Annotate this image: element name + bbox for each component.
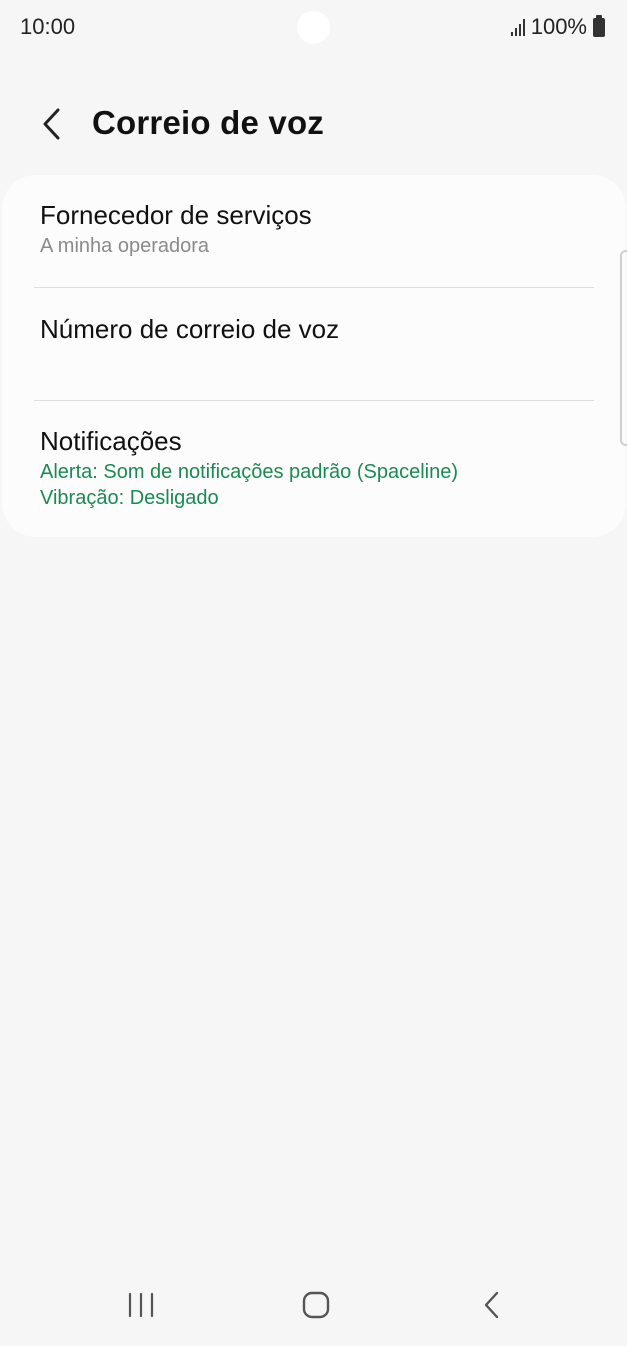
- scrollbar[interactable]: [620, 250, 627, 446]
- voicemail-number-title: Número de correio de voz: [40, 314, 340, 344]
- signal-icon: [510, 18, 525, 36]
- divider: [34, 400, 594, 401]
- nav-back-button[interactable]: [462, 1280, 522, 1330]
- home-icon: [302, 1291, 330, 1319]
- battery-percent: 100%: [530, 14, 587, 39]
- service-provider-item[interactable]: Fornecedor de serviços A minha operadora: [40, 199, 596, 259]
- screen: 10:00 100% Correio de voz Fornecedor de …: [0, 0, 627, 1346]
- home-button[interactable]: [286, 1280, 346, 1330]
- navigation-bar: [0, 1266, 627, 1346]
- notifications-vibration: Vibração: Desligado: [40, 487, 219, 509]
- nav-back-icon: [484, 1291, 499, 1319]
- service-provider-title: Fornecedor de serviços: [40, 200, 312, 230]
- status-time: 10:00: [20, 14, 76, 39]
- notifications-title: Notificações: [40, 426, 182, 456]
- back-button[interactable]: [30, 102, 74, 146]
- battery-icon: [593, 14, 605, 37]
- page-title: Correio de voz: [92, 104, 325, 141]
- app-header: Correio de voz: [0, 92, 627, 156]
- chevron-left-icon: [43, 108, 60, 140]
- settings-card: Fornecedor de serviços A minha operadora…: [2, 175, 626, 537]
- voicemail-number-item[interactable]: Número de correio de voz: [40, 313, 596, 345]
- recents-button[interactable]: [111, 1280, 171, 1330]
- service-provider-value: A minha operadora: [40, 235, 210, 257]
- status-icons: 100%: [510, 14, 605, 40]
- notifications-item[interactable]: Notificações Alerta: Som de notificações…: [40, 425, 596, 511]
- notifications-alert: Alerta: Som de notificações padrão (Spac…: [40, 461, 459, 483]
- front-camera: [297, 11, 330, 44]
- status-bar: 10:00 100%: [0, 0, 627, 56]
- recents-icon: [128, 1292, 154, 1318]
- divider: [34, 287, 594, 288]
